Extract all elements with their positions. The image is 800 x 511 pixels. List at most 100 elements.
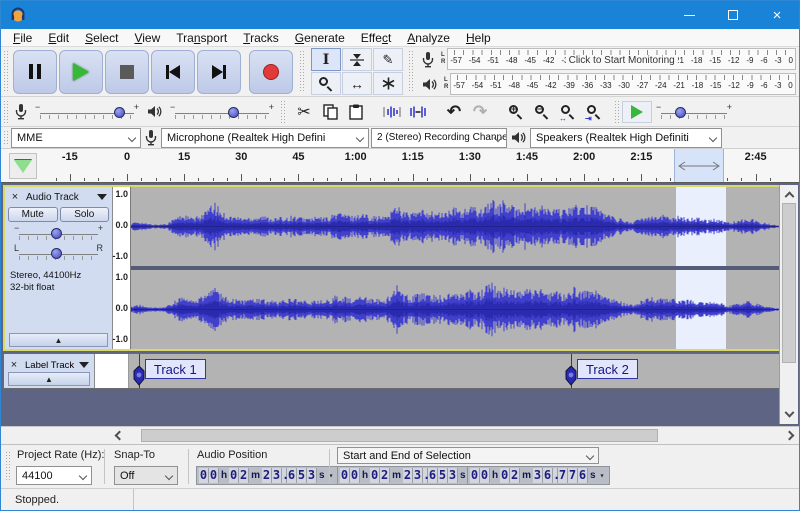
time-digit[interactable]: 2 xyxy=(510,468,521,483)
zoom-out-button[interactable]: − xyxy=(530,101,554,123)
time-unit[interactable]: h xyxy=(219,470,229,481)
vertical-scroll-thumb[interactable] xyxy=(782,203,796,363)
cut-button[interactable]: ✂ xyxy=(292,101,316,123)
play-speed-thumb[interactable] xyxy=(674,106,686,118)
time-digit[interactable]: 6 xyxy=(578,468,589,483)
scroll-right-button[interactable] xyxy=(781,427,798,444)
audio-host-select[interactable]: MME xyxy=(11,127,141,148)
time-digit[interactable]: 0 xyxy=(199,468,209,483)
timeline-options-button[interactable] xyxy=(9,153,37,179)
menu-item-effect[interactable]: Effect xyxy=(353,30,399,46)
label-box[interactable]: Track 1 xyxy=(144,359,206,379)
menu-item-analyze[interactable]: Analyze xyxy=(399,30,458,46)
audio-position-field[interactable]: 0 0 h 0 2 m 2 3. 6 5 3 s ▾ xyxy=(196,466,339,485)
time-unit[interactable]: m xyxy=(390,470,403,481)
time-digit[interactable]: 0 xyxy=(370,468,381,483)
meter-toolbar-grip[interactable] xyxy=(408,50,414,93)
time-digit[interactable]: 6 xyxy=(543,468,554,483)
playback-volume-slider[interactable]: − + xyxy=(166,102,278,122)
time-digit[interactable]: 0 xyxy=(470,468,480,483)
menu-item-generate[interactable]: Generate xyxy=(287,30,353,46)
skip-to-end-button[interactable] xyxy=(197,49,241,94)
play-at-speed-button[interactable] xyxy=(622,100,652,123)
menu-item-edit[interactable]: Edit xyxy=(40,30,77,46)
time-digit[interactable]: 0 xyxy=(350,468,360,483)
time-digit[interactable]: 3 xyxy=(272,468,283,483)
menu-item-file[interactable]: File xyxy=(5,30,40,46)
label-marker[interactable] xyxy=(565,365,577,391)
playback-device-select[interactable]: Speakers (Realtek High Definiti xyxy=(530,127,722,148)
minimize-button[interactable] xyxy=(667,1,711,29)
menu-item-view[interactable]: View xyxy=(126,30,168,46)
time-digit[interactable]: 2 xyxy=(262,468,273,483)
time-digit[interactable]: 0 xyxy=(229,468,240,483)
time-digit[interactable]: 0 xyxy=(480,468,490,483)
stop-button[interactable] xyxy=(105,49,149,94)
zoom-in-button[interactable]: + xyxy=(504,101,528,123)
gain-slider[interactable]: − + xyxy=(10,223,107,242)
time-unit[interactable]: s xyxy=(588,470,598,481)
time-digit[interactable]: 0 xyxy=(340,468,350,483)
vertical-scrollbar[interactable] xyxy=(779,185,798,424)
scroll-left-button[interactable] xyxy=(111,427,128,444)
horizontal-scrollbar[interactable] xyxy=(111,427,798,444)
draw-tool-button[interactable]: ✎ xyxy=(373,48,403,71)
record-meter[interactable]: -57-54-51-48-45-42-39-36-33-30-27-24-21-… xyxy=(447,48,796,70)
time-unit[interactable]: m xyxy=(520,470,533,481)
time-digit[interactable]: 3 xyxy=(307,468,318,483)
time-digit[interactable]: 5 xyxy=(297,468,308,483)
record-volume-slider[interactable]: − + xyxy=(31,102,143,122)
label-marker[interactable] xyxy=(133,365,145,391)
playback-volume-thumb[interactable] xyxy=(227,106,239,118)
time-digit[interactable]: 3 xyxy=(533,468,544,483)
edit-toolbar-grip[interactable] xyxy=(280,100,286,123)
vertical-ruler[interactable]: 1.0 0.0 -1.0 1.0 0.0 -1.0 xyxy=(112,187,131,349)
copy-button[interactable] xyxy=(318,101,342,123)
envelope-tool-button[interactable] xyxy=(342,48,372,71)
time-digit[interactable]: 3 xyxy=(413,468,424,483)
audio-track-name-menu[interactable]: Audio Track xyxy=(22,192,112,203)
zoom-selection-button[interactable]: ↔ xyxy=(556,101,580,123)
undo-button[interactable]: ↶ xyxy=(442,101,466,123)
time-digit[interactable]: 6 xyxy=(287,468,298,483)
selection-end-field[interactable]: 0 0 h 0 2 m 3 6. 7 7 6 s ▾ xyxy=(467,466,610,485)
play-speed-slider[interactable]: − + xyxy=(652,102,736,122)
pan-slider[interactable]: L R xyxy=(10,243,107,262)
time-shift-tool-button[interactable]: ↔ xyxy=(342,72,372,95)
selection-tool-button[interactable]: I xyxy=(311,48,341,71)
zoom-fit-button[interactable]: ⇥ xyxy=(582,101,606,123)
play-at-speed-grip[interactable] xyxy=(614,100,620,123)
device-toolbar-grip[interactable] xyxy=(3,130,9,145)
horizontal-scroll-thumb[interactable] xyxy=(141,429,658,442)
record-button[interactable] xyxy=(249,49,293,94)
play-button[interactable] xyxy=(59,49,103,94)
recording-channels-select[interactable]: 2 (Stereo) Recording Channels xyxy=(371,127,507,148)
waveform-channel-1[interactable] xyxy=(131,187,780,266)
snap-to-select[interactable]: Off xyxy=(114,466,178,485)
time-unit[interactable]: m xyxy=(249,470,262,481)
close-track-button[interactable]: × xyxy=(8,191,22,204)
mixer-toolbar-grip[interactable] xyxy=(3,100,9,123)
close-button[interactable]: × xyxy=(755,1,799,29)
menu-item-tracks[interactable]: Tracks xyxy=(235,30,287,46)
time-unit[interactable]: s xyxy=(317,470,327,481)
label-track-area[interactable]: Track 1 Track 2 xyxy=(128,354,779,388)
redo-button[interactable]: ↷ xyxy=(468,101,492,123)
waveform-channel-2[interactable] xyxy=(131,270,780,349)
menu-item-transport[interactable]: Transport xyxy=(168,30,235,46)
menu-item-help[interactable]: Help xyxy=(458,30,499,46)
time-digit[interactable]: 6 xyxy=(428,468,439,483)
trim-audio-button[interactable] xyxy=(380,101,404,123)
selection-toolbar-grip[interactable] xyxy=(5,451,11,482)
record-volume-thumb[interactable] xyxy=(113,106,125,118)
collapse-track-button[interactable]: ▲ xyxy=(9,333,108,347)
time-digit[interactable]: 2 xyxy=(403,468,414,483)
transport-toolbar-grip[interactable] xyxy=(3,50,9,93)
pause-button[interactable] xyxy=(13,49,57,94)
solo-button[interactable]: Solo xyxy=(59,207,109,222)
recording-device-select[interactable]: Microphone (Realtek High Defini xyxy=(161,127,369,148)
time-digit[interactable]: 0 xyxy=(209,468,219,483)
mute-button[interactable]: Mute xyxy=(8,207,58,222)
tools-toolbar-grip[interactable] xyxy=(299,50,305,93)
time-digit[interactable]: 7 xyxy=(558,468,569,483)
